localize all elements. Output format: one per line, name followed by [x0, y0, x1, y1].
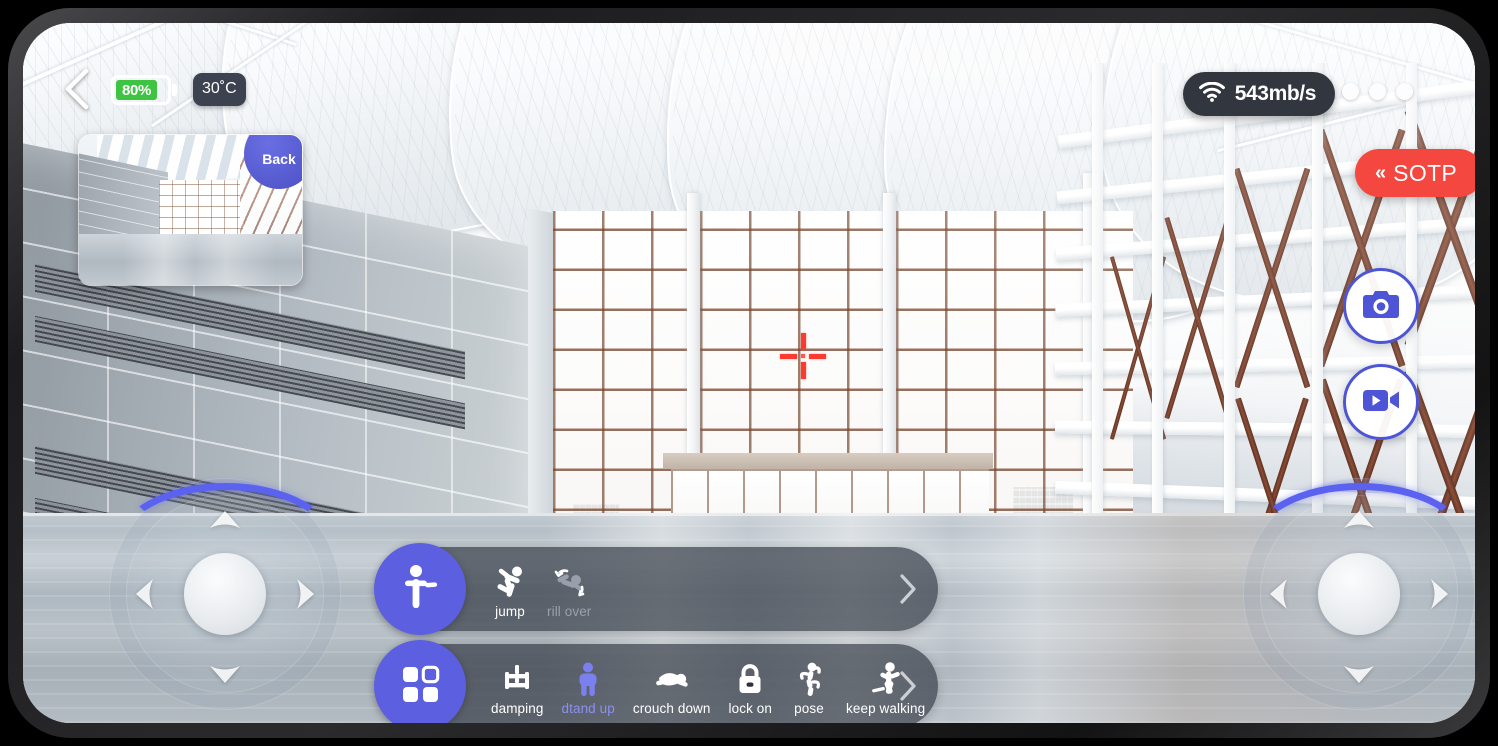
pip-back-label: Back [262, 151, 296, 167]
arrow-down-icon[interactable] [210, 666, 240, 683]
action-item-lock-on[interactable]: lock on [720, 662, 781, 716]
action-bar-motions: jump rill over [374, 543, 938, 635]
motions-item-list: jump rill over [482, 559, 600, 619]
action-label: keep walking [846, 701, 926, 716]
action-label: crouch down [632, 701, 711, 716]
action-label: lock on [728, 701, 772, 716]
back-button[interactable] [60, 67, 94, 111]
grid-menu-icon [398, 662, 442, 711]
action-item-crouch-down[interactable]: crouch down [624, 662, 720, 716]
video-record-button[interactable] [1343, 364, 1419, 440]
video-camera-icon [1362, 386, 1400, 419]
action-label: pose [794, 701, 824, 716]
person-standing-icon [399, 564, 441, 615]
jump-icon [493, 565, 527, 599]
action-item-keep-walking[interactable]: keep walking [837, 662, 934, 716]
arrow-left-icon[interactable] [136, 579, 153, 609]
motions-category-button[interactable] [374, 543, 466, 635]
arrow-right-icon[interactable] [1431, 579, 1448, 609]
camera-icon [1362, 288, 1400, 325]
action-item-rill-over[interactable]: rill over [538, 565, 600, 619]
battery-percent-label: 80% [121, 81, 152, 99]
picture-in-picture-view[interactable]: Back [78, 134, 303, 286]
walking-icon [870, 662, 902, 696]
damping-icon [501, 662, 533, 696]
network-speed-indicator: 543mb/s [1182, 72, 1335, 116]
photo-capture-button[interactable] [1343, 268, 1419, 344]
screen: 80% 30˚C Back 543mb/s « SOTP jump rill o… [23, 23, 1475, 723]
chevron-right-icon[interactable] [900, 574, 916, 604]
modes-item-list: damping dtand up crouch down lock on pos… [482, 656, 934, 716]
stand-up-icon [575, 662, 601, 696]
action-label: damping [491, 701, 544, 716]
double-chevron-left-icon: « [1375, 162, 1387, 184]
sotp-button[interactable]: « SOTP [1355, 149, 1475, 197]
joystick-knob[interactable] [1318, 553, 1400, 635]
pose-icon [796, 662, 822, 696]
temperature-label: 30˚C [202, 80, 237, 97]
crouch-down-icon [653, 662, 691, 696]
temperature-badge: 30˚C [193, 73, 246, 106]
battery-cap-icon [172, 84, 177, 96]
arrow-up-icon[interactable] [1344, 511, 1374, 528]
arrow-down-icon[interactable] [1344, 666, 1374, 683]
action-label: dtand up [561, 701, 615, 716]
crosshair-icon [780, 333, 826, 379]
action-item-dtand-up[interactable]: dtand up [553, 662, 624, 716]
arrow-up-icon[interactable] [210, 511, 240, 528]
more-dots-icon[interactable] [1342, 83, 1413, 100]
chevron-right-icon[interactable] [900, 671, 916, 701]
camera-joystick[interactable] [1243, 478, 1475, 710]
action-item-jump[interactable]: jump [482, 565, 538, 619]
battery-fill: 80% [116, 80, 157, 100]
joystick-knob[interactable] [184, 553, 266, 635]
action-bar-modes: damping dtand up crouch down lock on pos… [374, 640, 938, 723]
modes-category-button[interactable] [374, 640, 466, 723]
action-label: jump [495, 604, 525, 619]
wifi-icon [1198, 81, 1225, 107]
phone-frame: 80% 30˚C Back 543mb/s « SOTP jump rill o… [8, 8, 1490, 738]
lock-icon [737, 662, 763, 696]
battery-indicator: 80% [111, 75, 177, 105]
network-speed-label: 543mb/s [1234, 82, 1317, 105]
action-item-pose[interactable]: pose [781, 662, 837, 716]
movement-joystick[interactable] [109, 478, 341, 710]
battery-icon: 80% [111, 75, 171, 105]
sotp-label: SOTP [1393, 159, 1457, 186]
chevron-left-icon [60, 67, 94, 111]
roll-over-icon [551, 565, 587, 599]
action-label: rill over [547, 604, 592, 619]
arrow-right-icon[interactable] [297, 579, 314, 609]
arrow-left-icon[interactable] [1270, 579, 1287, 609]
action-item-damping[interactable]: damping [482, 662, 553, 716]
